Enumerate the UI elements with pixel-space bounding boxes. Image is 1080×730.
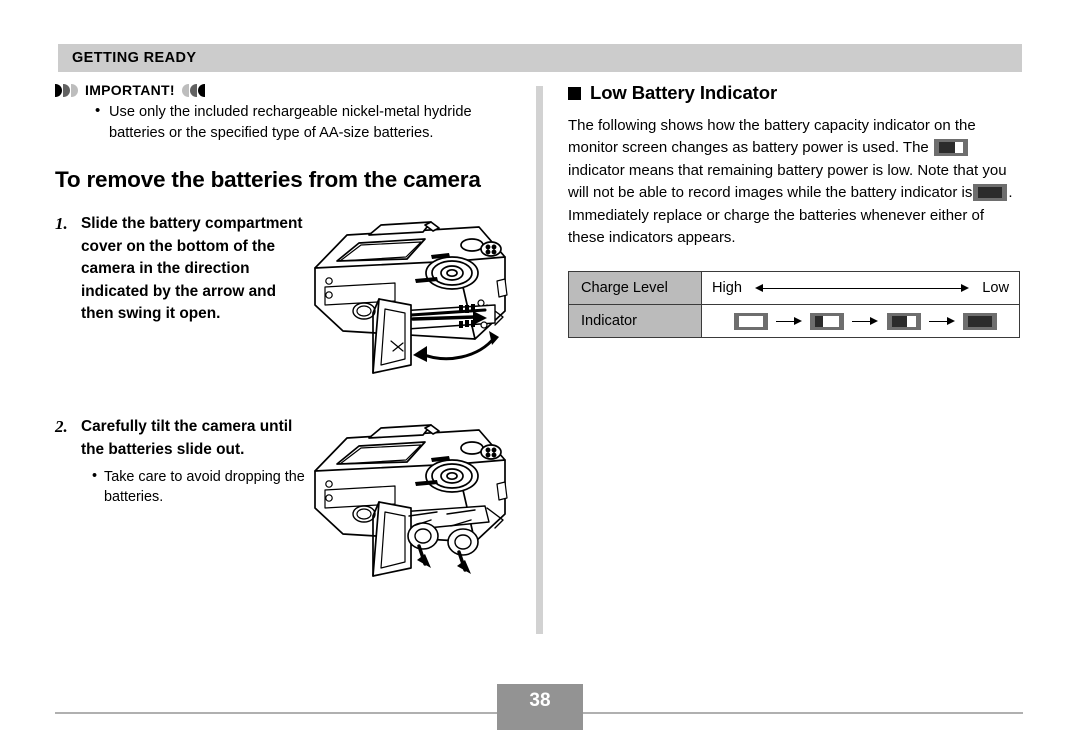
indicator-label: Indicator (568, 304, 702, 339)
battery-one-third-icon (886, 312, 921, 330)
section-heading-text: Low Battery Indicator (590, 82, 778, 103)
step-text: Slide the battery compartment cover on t… (81, 215, 303, 322)
step-2: 2. Carefully tilt the camera until the b… (55, 416, 525, 596)
page-number-badge: 38 (497, 684, 583, 718)
important-left-decoration-icon (55, 83, 78, 97)
battery-two-thirds-icon (810, 312, 845, 330)
right-column: Low Battery Indicator The following show… (568, 82, 1024, 339)
indicator-progression-cell (701, 304, 1020, 339)
table-row: Indicator (568, 304, 1020, 339)
battery-empty-icon (973, 184, 1008, 202)
right-arrow-icon (852, 317, 879, 326)
table-row: Charge Level High Low (568, 271, 1020, 306)
page-header-title: GETTING READY (72, 50, 197, 66)
page-title: To remove the batteries from the camera (55, 167, 481, 192)
camera-batteries-sliding-out-illustration (307, 416, 513, 596)
double-arrow-icon (755, 283, 970, 293)
step-number: 1. (55, 214, 68, 233)
low-battery-description-paragraph: The following shows how the battery capa… (568, 115, 1024, 249)
low-battery-indicator-heading: Low Battery Indicator (568, 82, 1024, 104)
right-arrow-icon (776, 317, 803, 326)
battery-empty-icon (962, 312, 997, 330)
battery-one-third-icon (933, 139, 968, 157)
left-column: IMPORTANT! Use only the included recharg… (55, 82, 525, 596)
charge-level-scale-cell: High Low (701, 271, 1020, 306)
charge-level-label: Charge Level (568, 271, 702, 306)
paragraph-part-1: The following shows how the battery capa… (568, 117, 976, 157)
column-divider (536, 86, 543, 634)
important-right-decoration-icon (181, 83, 205, 97)
right-arrow-icon (928, 317, 955, 326)
charge-low-label: Low (982, 280, 1009, 297)
step-sub-text: Take care to avoid dropping the batterie… (92, 467, 307, 507)
list-item: Use only the included rechargeable nicke… (92, 101, 525, 143)
important-label: IMPORTANT! (85, 82, 175, 98)
step-number: 2. (55, 417, 68, 436)
camera-battery-cover-open-illustration (307, 213, 513, 388)
step-1: 1. Slide the battery compartment cover o… (55, 213, 525, 388)
important-bullet-list: Use only the included rechargeable nicke… (92, 101, 525, 143)
step-text: Carefully tilt the camera until the batt… (81, 418, 293, 458)
charge-high-label: High (712, 280, 743, 297)
page-header-bar: GETTING READY (58, 44, 1022, 72)
square-bullet-icon (568, 86, 581, 100)
important-notice-heading: IMPORTANT! (55, 82, 525, 98)
battery-full-icon (734, 312, 768, 330)
paragraph-part-2: indicator means that remaining battery p… (568, 161, 1007, 202)
battery-indicator-table: Charge Level High Low Indicator (568, 271, 1020, 339)
